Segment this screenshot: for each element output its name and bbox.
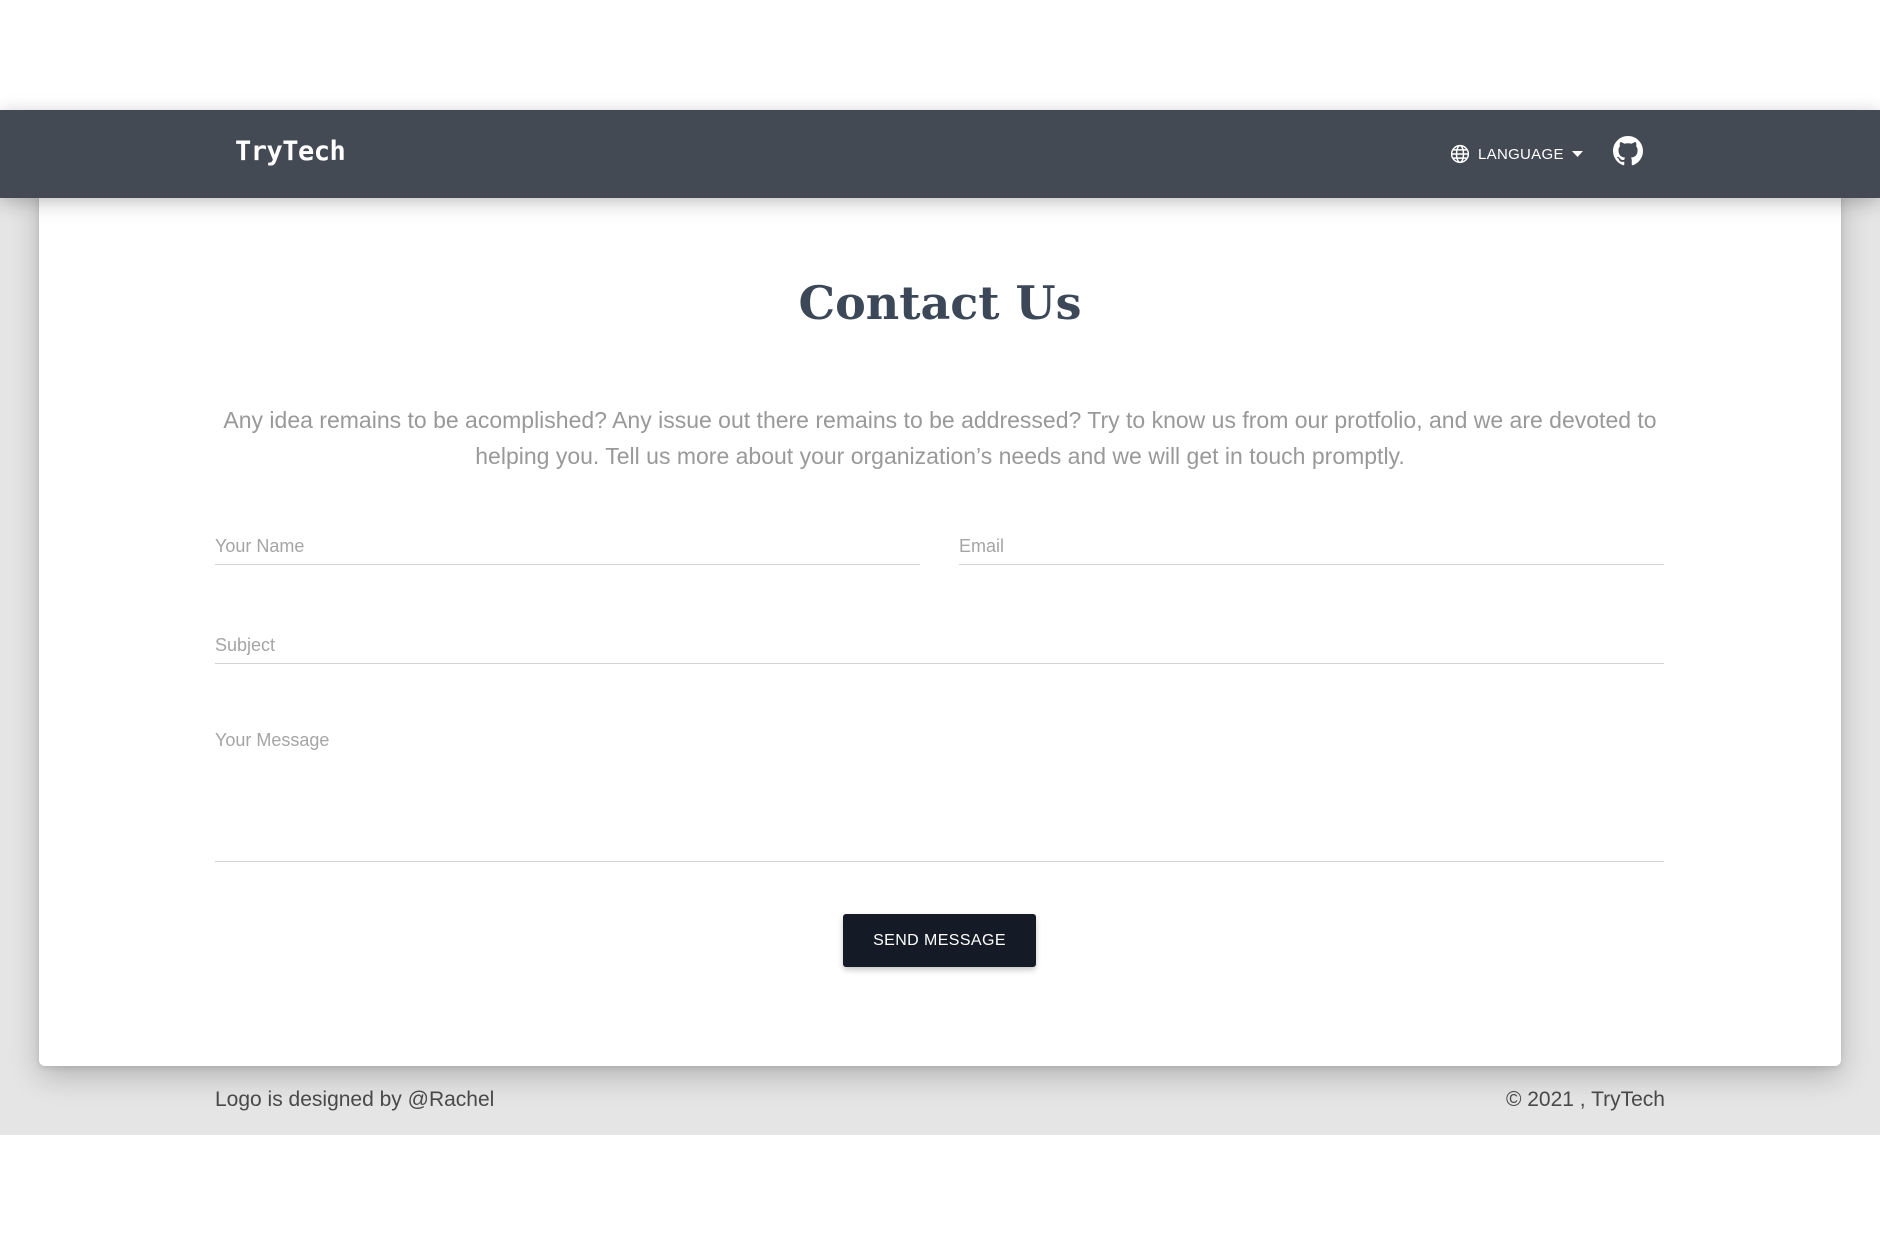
message-field-wrapper <box>215 730 1664 862</box>
footer-copyright: © 2021 , TryTech <box>1505 1088 1665 1111</box>
github-icon <box>1613 136 1643 170</box>
contact-card: Contact Us Any idea remains to be acompl… <box>39 170 1841 1066</box>
github-link[interactable] <box>1613 136 1643 166</box>
name-input[interactable] <box>215 532 920 560</box>
message-textarea[interactable] <box>215 730 1664 856</box>
subject-field-wrapper <box>215 631 1664 664</box>
email-field-wrapper <box>959 532 1664 565</box>
navbar: TryTech LANGUAGE <box>0 110 1880 198</box>
page-title: Contact Us <box>798 276 1082 330</box>
caret-down-icon <box>1571 150 1583 158</box>
language-dropdown[interactable]: LANGUAGE <box>1450 140 1583 168</box>
brand-logo[interactable]: TryTech <box>235 136 346 167</box>
name-field-wrapper <box>215 532 920 565</box>
language-label: LANGUAGE <box>1478 145 1564 163</box>
subject-input[interactable] <box>215 631 1664 659</box>
contact-description: Any idea remains to be acomplished? Any … <box>223 407 1657 469</box>
footer-credit: Logo is designed by @Rachel <box>215 1088 495 1111</box>
send-message-button[interactable]: SEND MESSAGE <box>843 914 1036 967</box>
email-input[interactable] <box>959 532 1664 560</box>
globe-icon <box>1450 144 1470 164</box>
